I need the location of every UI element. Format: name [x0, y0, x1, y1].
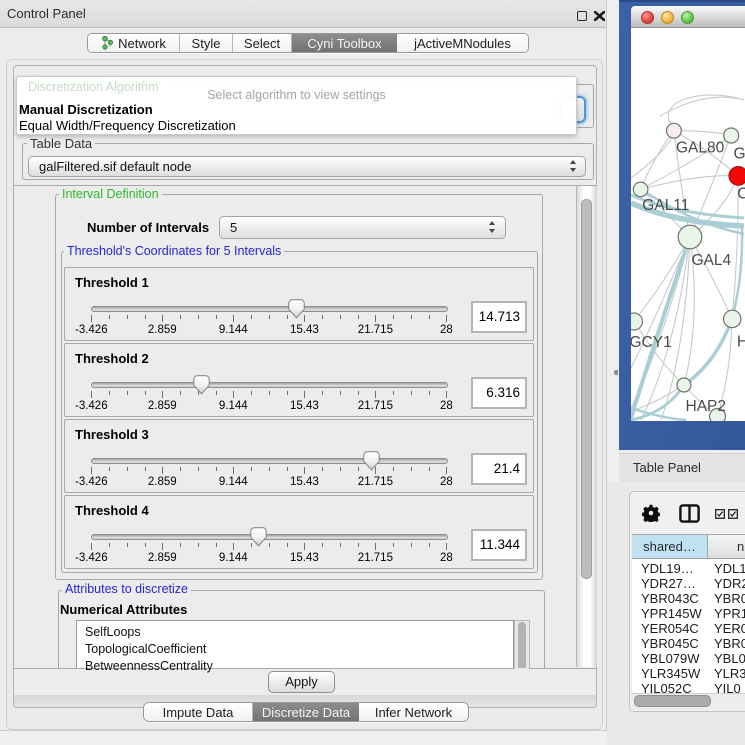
- svg-text:GAL11: GAL11: [642, 197, 689, 214]
- svg-text:HAP2: HAP2: [686, 398, 727, 415]
- svg-text:GCY1: GCY1: [631, 334, 672, 351]
- svg-text:GAL80: GAL80: [676, 139, 725, 156]
- svg-text:GA: GA: [734, 146, 745, 163]
- svg-text:GAL4: GAL4: [692, 252, 732, 269]
- svg-text:CD: CD: [737, 185, 745, 202]
- svg-text:H: H: [737, 334, 745, 351]
